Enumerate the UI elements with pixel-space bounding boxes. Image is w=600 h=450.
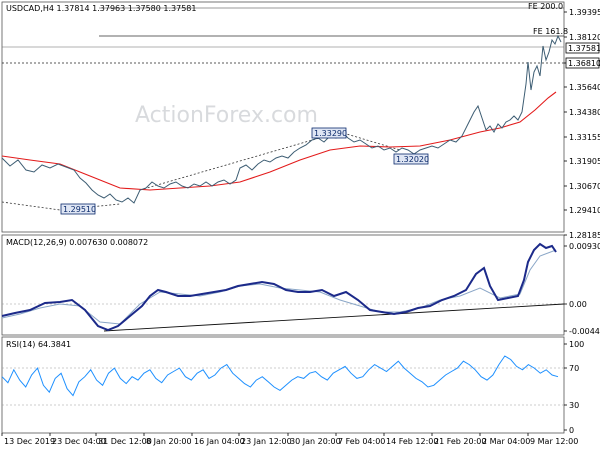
y-tick-label: 1.30670: [569, 182, 600, 191]
chart-window: USDCAD,H4 1.37814 1.37963 1.37580 1.3758…: [0, 0, 600, 450]
usdcad-chart-svg: USDCAD,H4 1.37814 1.37963 1.37580 1.3758…: [1, 1, 600, 446]
watermark: ActionForex.com: [135, 103, 318, 128]
callout-label: 1.32020: [396, 155, 429, 164]
macd-trendline: [103, 303, 565, 332]
macd-panel-frame: [1, 234, 565, 336]
x-tick-label: 7 Feb 04:00: [338, 437, 385, 446]
macd-title: MACD(12,26,9) 0.007630 0.008072: [6, 238, 148, 247]
rsi-line: [1, 355, 559, 397]
rsi-tick-label: 30: [569, 401, 579, 410]
x-tick-label: 14 Feb 12:00: [386, 437, 438, 446]
rsi-tick-label: 0: [569, 426, 574, 435]
x-tick-label: 16 Jan 04:00: [194, 437, 245, 446]
callout-133290: 1.33290: [311, 127, 347, 139]
x-tick-label: 31 Dec 12:00: [98, 437, 152, 446]
symbol-info: USDCAD,H4 1.37814 1.37963 1.37580 1.3758…: [6, 4, 196, 13]
macd-y-axis: 0.009309 0.00 -0.004402: [564, 242, 600, 336]
macd-tick-label: -0.004402: [569, 327, 600, 336]
rsi-tick-label: 70: [569, 364, 579, 373]
y-tick-label: 1.39395: [569, 8, 600, 17]
fe-161-label: FE 161.8: [533, 27, 568, 36]
y-tick-label: 1.34380: [569, 108, 600, 117]
callout-label: 1.29510: [63, 205, 96, 214]
y-tick-label: 1.29410: [569, 206, 600, 215]
time-axis: 13 Dec 201923 Dec 04:0031 Dec 12:008 Jan…: [1, 433, 578, 446]
macd-tick-label: 0.009309: [569, 242, 600, 251]
rsi-panel-frame: [1, 336, 565, 434]
rsi-tick-label: 100: [569, 340, 584, 349]
level-label-13681: 1.36810: [568, 59, 600, 68]
callout-132020: 1.32020: [393, 153, 429, 165]
x-tick-label: 13 Dec 2019: [4, 437, 55, 446]
x-tick-label: 30 Jan 20:00: [290, 437, 341, 446]
x-tick-label: 9 Mar 12:00: [530, 437, 578, 446]
y-tick-label: 1.38120: [569, 33, 600, 42]
fe-200-label: FE 200.0: [528, 2, 563, 11]
x-tick-label: 8 Jan 20:00: [146, 437, 192, 446]
current-price-label: 1.37581: [568, 44, 600, 53]
x-tick-label: 23 Jan 12:00: [241, 437, 292, 446]
rsi-y-axis: 100 70 30 0: [564, 340, 584, 435]
y-tick-label: 1.31905: [569, 157, 600, 166]
callout-129510: 1.29510: [60, 203, 96, 215]
y-tick-label: 1.35640: [569, 83, 600, 92]
macd-main-line: [1, 242, 557, 332]
callout-label: 1.33290: [314, 129, 347, 138]
y-tick-label: 1.28185: [569, 231, 600, 240]
rsi-title: RSI(14) 64.3841: [6, 340, 71, 349]
macd-tick-label: 0.00: [569, 300, 587, 309]
x-tick-label: 21 Feb 20:00: [434, 437, 486, 446]
x-tick-label: 2 Mar 04:00: [482, 437, 530, 446]
y-tick-label: 1.33155: [569, 133, 600, 142]
